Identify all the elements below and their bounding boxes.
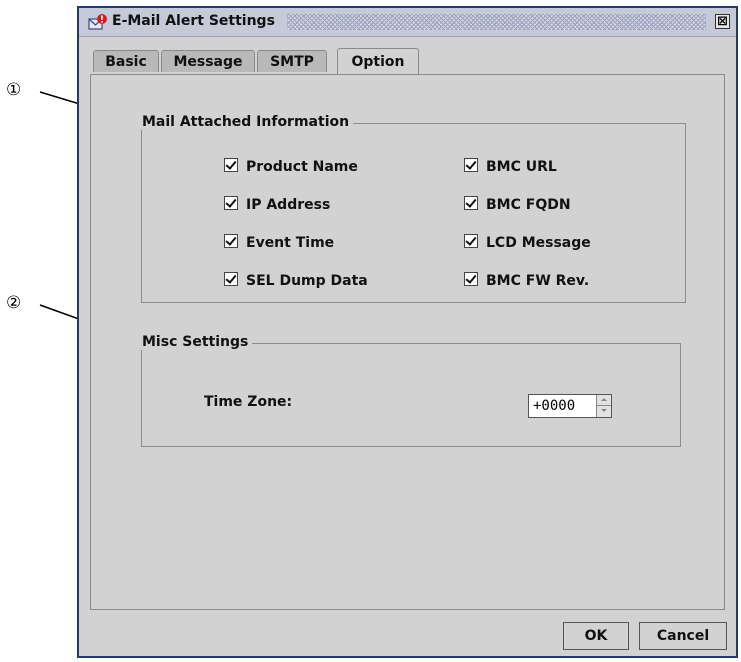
mail-attached-group: Mail Attached Information Product Name B… — [138, 114, 686, 303]
checkmark-icon — [224, 272, 238, 286]
mail-attached-title: Mail Attached Information — [138, 114, 354, 130]
checkbox-sel-dump-data[interactable]: SEL Dump Data — [224, 272, 368, 290]
option-tab-panel: Mail Attached Information Product Name B… — [90, 74, 725, 610]
checkmark-icon — [464, 234, 478, 248]
checkbox-label: Event Time — [246, 235, 335, 251]
checkbox-label: Product Name — [246, 159, 358, 175]
close-button[interactable]: ⊠ — [715, 14, 730, 29]
checkbox-lcd-message[interactable]: LCD Message — [464, 234, 591, 252]
checkmark-icon — [224, 234, 238, 248]
ok-button[interactable]: OK — [563, 622, 629, 650]
tab-option[interactable]: Option — [337, 48, 419, 74]
timezone-value[interactable]: +0000 — [533, 398, 575, 414]
checkbox-label: IP Address — [246, 197, 331, 213]
spinner-buttons — [596, 395, 611, 417]
timezone-spinner[interactable]: +0000 — [528, 394, 612, 418]
checkbox-label: BMC URL — [486, 159, 557, 175]
checkmark-icon — [464, 158, 478, 172]
checkbox-event-time[interactable]: Event Time — [224, 234, 334, 252]
checkmark-icon — [224, 196, 238, 210]
spinner-up-icon[interactable] — [597, 395, 611, 406]
checkbox-label: BMC FW Rev. — [486, 273, 590, 289]
checkbox-label: BMC FQDN — [486, 197, 571, 213]
tab-smtp[interactable]: SMTP — [257, 50, 327, 72]
checkmark-icon — [464, 196, 478, 210]
cancel-button[interactable]: Cancel — [639, 622, 727, 650]
mail-alert-icon — [88, 14, 107, 30]
checkbox-bmc-url[interactable]: BMC URL — [464, 158, 557, 176]
title-bar-texture — [287, 14, 706, 30]
checkmark-icon — [464, 272, 478, 286]
checkbox-bmc-fw-rev[interactable]: BMC FW Rev. — [464, 272, 589, 290]
misc-settings-title: Misc Settings — [138, 334, 253, 350]
checkbox-label: LCD Message — [486, 235, 591, 251]
checkmark-icon — [224, 158, 238, 172]
tab-basic[interactable]: Basic — [93, 50, 159, 72]
spinner-down-icon[interactable] — [597, 406, 611, 417]
checkbox-bmc-fqdn[interactable]: BMC FQDN — [464, 196, 571, 214]
checkbox-ip-address[interactable]: IP Address — [224, 196, 330, 214]
window-title: E-Mail Alert Settings — [112, 13, 275, 29]
checkbox-label: SEL Dump Data — [246, 273, 368, 289]
misc-settings-group: Misc Settings Time Zone: +0000 — [138, 334, 681, 447]
tab-message[interactable]: Message — [161, 50, 255, 72]
timezone-label: Time Zone: — [204, 394, 293, 410]
checkbox-product-name[interactable]: Product Name — [224, 158, 358, 176]
email-alert-settings-window: E-Mail Alert Settings ⊠ Basic Message SM… — [77, 6, 738, 658]
title-bar[interactable]: E-Mail Alert Settings ⊠ — [79, 8, 736, 37]
